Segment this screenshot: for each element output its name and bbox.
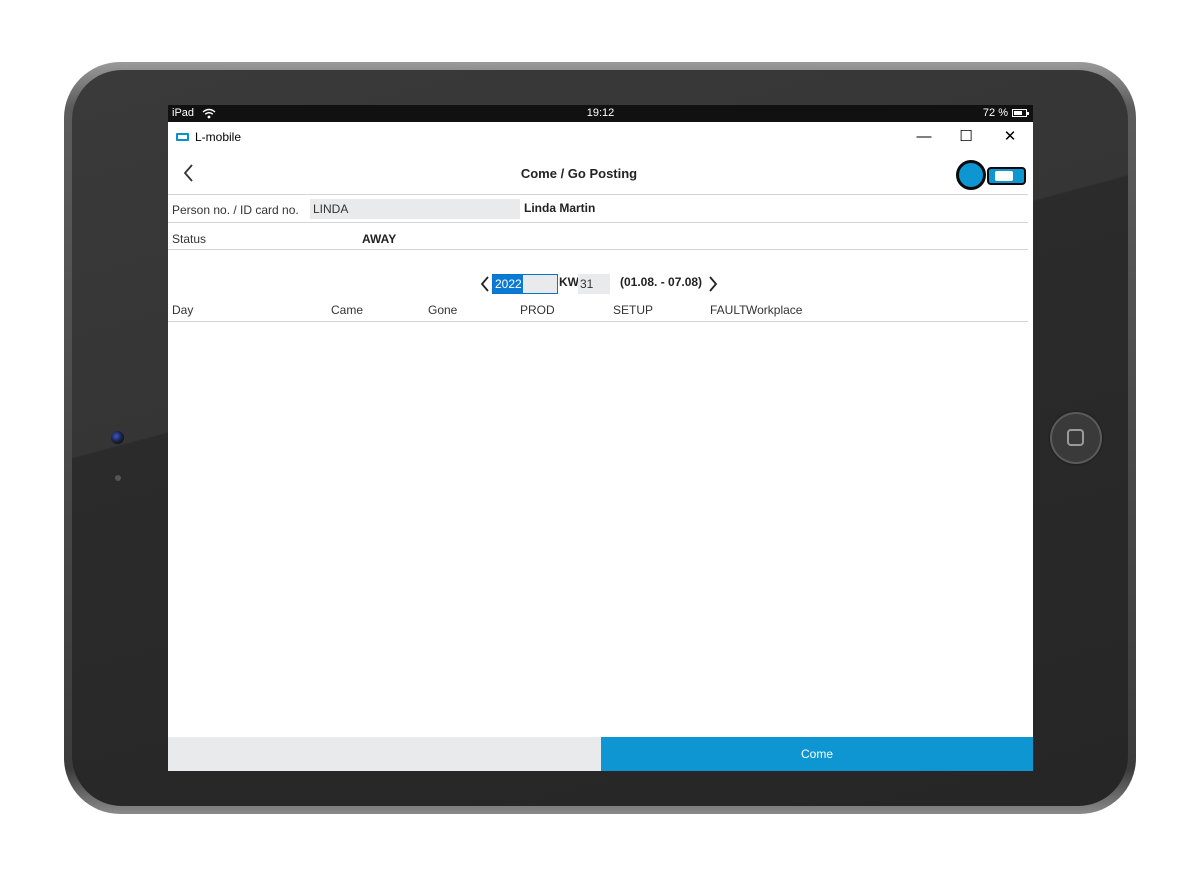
status-value: AWAY bbox=[362, 232, 397, 246]
person-id-input[interactable]: LINDA bbox=[310, 199, 520, 219]
toggle-track bbox=[987, 167, 1026, 185]
column-header-gone: Gone bbox=[428, 303, 458, 317]
divider bbox=[168, 321, 1028, 322]
kw-input[interactable]: 31 bbox=[578, 274, 610, 294]
footer-secondary-area bbox=[168, 737, 601, 771]
year-value: 2022 bbox=[493, 275, 523, 293]
kw-label: KW bbox=[559, 275, 579, 289]
app-icon bbox=[176, 133, 189, 141]
column-header-prod: PROD bbox=[520, 303, 555, 317]
come-button[interactable]: Come bbox=[601, 737, 1033, 771]
camera-icon bbox=[111, 431, 124, 444]
ios-statusbar: iPad 19:12 72 % bbox=[168, 105, 1033, 122]
page-title: Come / Go Posting bbox=[520, 166, 638, 181]
minimize-button[interactable]: — bbox=[909, 126, 939, 148]
sensor-dot bbox=[115, 475, 121, 481]
column-header-fault: FAULT bbox=[710, 303, 747, 317]
battery-percent: 72 % bbox=[982, 107, 1008, 119]
person-label: Person no. / ID card no. bbox=[172, 203, 299, 217]
window-titlebar: L-mobile — ☐ ✕ bbox=[168, 122, 1033, 152]
clock: 19:12 bbox=[586, 107, 615, 119]
maximize-button[interactable]: ☐ bbox=[951, 126, 981, 148]
app-title: L-mobile bbox=[195, 130, 242, 144]
status-label: Status bbox=[172, 232, 207, 246]
screen: iPad 19:12 72 % L-mobile — ☐ ✕ Come / Go… bbox=[168, 105, 1033, 771]
toggle-knob bbox=[956, 160, 986, 190]
next-week-icon[interactable] bbox=[706, 274, 720, 294]
close-button[interactable]: ✕ bbox=[995, 126, 1025, 148]
column-header-came: Came bbox=[331, 303, 364, 317]
person-name: Linda Martin bbox=[524, 201, 596, 215]
divider bbox=[168, 194, 1028, 195]
divider bbox=[168, 249, 1028, 250]
column-header-day: Day bbox=[172, 303, 194, 317]
column-header-setup: SETUP bbox=[613, 303, 654, 317]
home-square-icon bbox=[1067, 429, 1084, 446]
page-header: Come / Go Posting bbox=[168, 152, 1033, 194]
week-range: (01.08. - 07.08) bbox=[620, 275, 703, 289]
toggle-switch[interactable] bbox=[953, 160, 1028, 192]
column-header-workplace: Workplace bbox=[746, 303, 803, 317]
year-input[interactable]: 2022 bbox=[492, 274, 558, 294]
battery-icon bbox=[1012, 109, 1029, 117]
prev-week-icon[interactable] bbox=[478, 274, 492, 294]
divider bbox=[168, 222, 1028, 223]
